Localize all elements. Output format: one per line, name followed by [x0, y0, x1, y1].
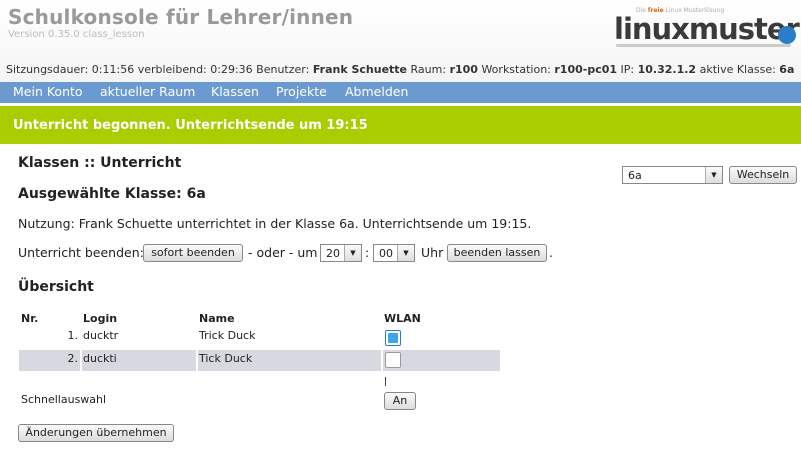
wlan-checkbox[interactable] [385, 352, 401, 368]
page-header: Schulkonsole für Lehrer/innen Version 0.… [0, 0, 801, 82]
quick-select-label: Schnellauswahl [21, 393, 107, 406]
chevron-down-icon: ▼ [705, 167, 722, 183]
chevron-down-icon: ▼ [344, 245, 361, 261]
session-info: Sitzungsdauer: 0:11:56 verbleibend: 0:29… [6, 63, 795, 76]
session-user: Frank Schuette [312, 63, 408, 76]
nav-current-room[interactable]: aktueller Raum [100, 84, 195, 99]
column-header-login: Login [83, 312, 118, 325]
sentence-period: . [549, 245, 553, 260]
time-colon: : [365, 245, 370, 260]
hour-select[interactable]: 20 ▼ [320, 244, 362, 262]
row-name: Trick Duck [199, 329, 256, 342]
main-nav: Mein Konto aktueller Raum Klassen Projek… [0, 82, 801, 103]
app-version: Version 0.35.0 class_lesson [8, 29, 145, 40]
page-title: Klassen :: Unterricht [18, 155, 182, 171]
nav-projects[interactable]: Projekte [276, 84, 327, 99]
or-at-label: - oder - um [248, 245, 318, 260]
text-cursor [385, 377, 386, 386]
row-nr: 1. [67, 329, 79, 342]
usage-text: Nutzung: Frank Schuette unterrichtet in … [18, 216, 532, 231]
app-title: Schulkonsole für Lehrer/innen [8, 5, 354, 29]
chevron-down-icon: ▼ [397, 245, 414, 261]
class-select[interactable]: 6a ▼ [622, 166, 723, 184]
switch-class-button[interactable]: Wechseln [729, 166, 797, 184]
session-class: 6a [779, 63, 795, 76]
table-row: 1. ducktr Trick Duck [19, 327, 500, 348]
logo-dot-icon [778, 26, 796, 44]
uhr-label: Uhr [421, 245, 444, 260]
row-nr: 2. [19, 350, 80, 371]
overview-heading: Übersicht [18, 279, 94, 295]
minute-select[interactable]: 00 ▼ [373, 244, 415, 262]
session-workstation: r100-pc01 [554, 63, 618, 76]
end-lesson-label: Unterricht beenden: [18, 245, 144, 260]
table-row: 2. duckti Tick Duck [19, 350, 500, 371]
status-message: Unterricht begonnen. Unterrichtsende um … [13, 118, 368, 133]
session-room: r100 [449, 63, 478, 76]
row-name: Tick Duck [198, 350, 381, 371]
column-header-nr: Nr. [21, 312, 39, 325]
apply-changes-button[interactable]: Änderungen übernehmen [18, 424, 174, 442]
wlan-checkbox[interactable] [385, 330, 401, 346]
end-now-button[interactable]: sofort beenden [143, 244, 243, 262]
column-header-wlan: WLAN [384, 312, 421, 325]
selected-class-heading: Ausgewählte Klasse: 6a [18, 186, 206, 202]
end-later-button[interactable]: beenden lassen [447, 244, 547, 262]
status-banner: Unterricht begonnen. Unterrichtsende um … [0, 106, 801, 144]
nav-my-account[interactable]: Mein Konto [13, 84, 83, 99]
logo-text: linuxmuster [614, 12, 800, 46]
session-ip: 10.32.1.2 [637, 63, 697, 76]
row-login: duckti [82, 350, 196, 371]
nav-logout[interactable]: Abmelden [345, 84, 408, 99]
column-header-name: Name [199, 312, 235, 325]
quick-on-button[interactable]: An [384, 392, 416, 410]
nav-classes[interactable]: Klassen [211, 84, 259, 99]
linuxmuster-logo: Die freie Linux Musterlösung linuxmuster [612, 4, 801, 50]
row-login: ducktr [83, 329, 119, 342]
logo-swoosh [616, 44, 791, 47]
